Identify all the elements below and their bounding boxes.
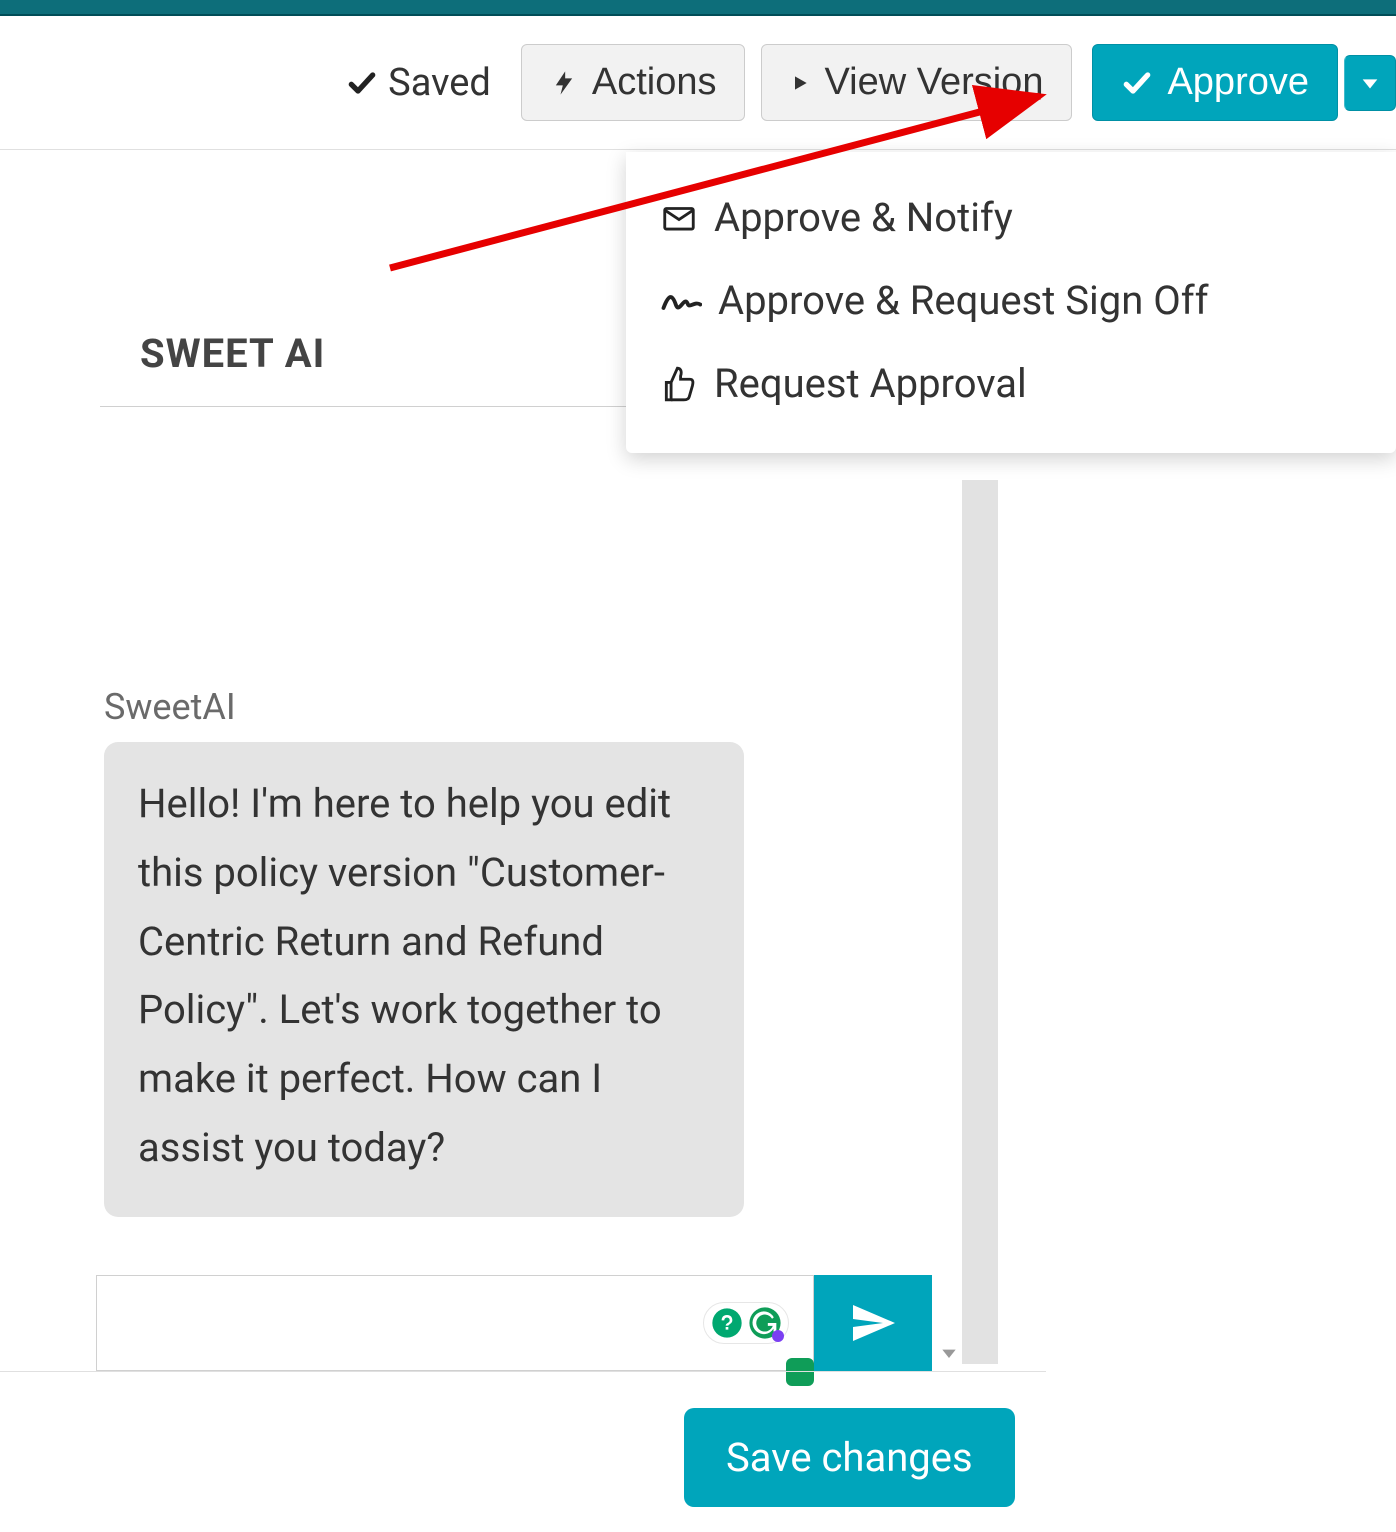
dropdown-item-label: Request Approval [714, 360, 1027, 407]
save-changes-button[interactable]: Save changes [684, 1408, 1015, 1507]
send-button[interactable] [814, 1275, 932, 1371]
approve-dropdown-menu: Approve & Notify Approve & Request Sign … [626, 152, 1396, 453]
check-icon [1121, 67, 1153, 99]
actions-button[interactable]: Actions [521, 44, 746, 121]
bolt-icon [550, 65, 578, 101]
dropdown-item-request-approval[interactable]: Request Approval [626, 342, 1396, 425]
saved-indicator: Saved [346, 61, 491, 105]
view-version-label: View Version [824, 61, 1043, 104]
approve-label: Approve [1167, 61, 1309, 104]
grammarly-icon[interactable] [748, 1306, 782, 1340]
extension-status-badge [786, 1358, 814, 1386]
chat-area: SweetAI Hello! I'm here to help you edit… [104, 686, 974, 1217]
chat-input[interactable] [96, 1275, 814, 1371]
suggestion-icon[interactable] [710, 1306, 744, 1340]
dropdown-item-approve-notify[interactable]: Approve & Notify [626, 176, 1396, 259]
check-icon [346, 67, 378, 99]
view-version-button[interactable]: View Version [761, 44, 1072, 121]
play-icon [790, 69, 810, 97]
approve-dropdown-toggle[interactable] [1344, 55, 1396, 111]
dropdown-item-approve-signoff[interactable]: Approve & Request Sign Off [626, 259, 1396, 342]
signature-icon [660, 282, 702, 320]
thumbs-up-icon [660, 365, 698, 403]
approve-button[interactable]: Approve [1092, 44, 1338, 121]
mail-icon [660, 199, 698, 237]
actions-label: Actions [592, 61, 717, 104]
caret-down-icon [1359, 72, 1381, 94]
send-icon [849, 1299, 897, 1347]
save-changes-label: Save changes [726, 1434, 973, 1481]
dropdown-item-label: Approve & Notify [714, 194, 1013, 241]
dropdown-item-label: Approve & Request Sign Off [718, 277, 1209, 324]
toolbar: Saved Actions View Version Approve [0, 16, 1396, 150]
editor-extension-badges [703, 1302, 789, 1344]
section-title: SWEET AI [140, 330, 325, 377]
footer-divider [0, 1371, 1046, 1372]
chat-message-bubble: Hello! I'm here to help you edit this po… [104, 742, 744, 1217]
window-top-bar [0, 0, 1396, 16]
saved-label: Saved [388, 61, 491, 105]
input-options-toggle[interactable] [932, 1275, 966, 1371]
chat-sender-label: SweetAI [104, 686, 974, 728]
chat-input-row [96, 1275, 966, 1371]
